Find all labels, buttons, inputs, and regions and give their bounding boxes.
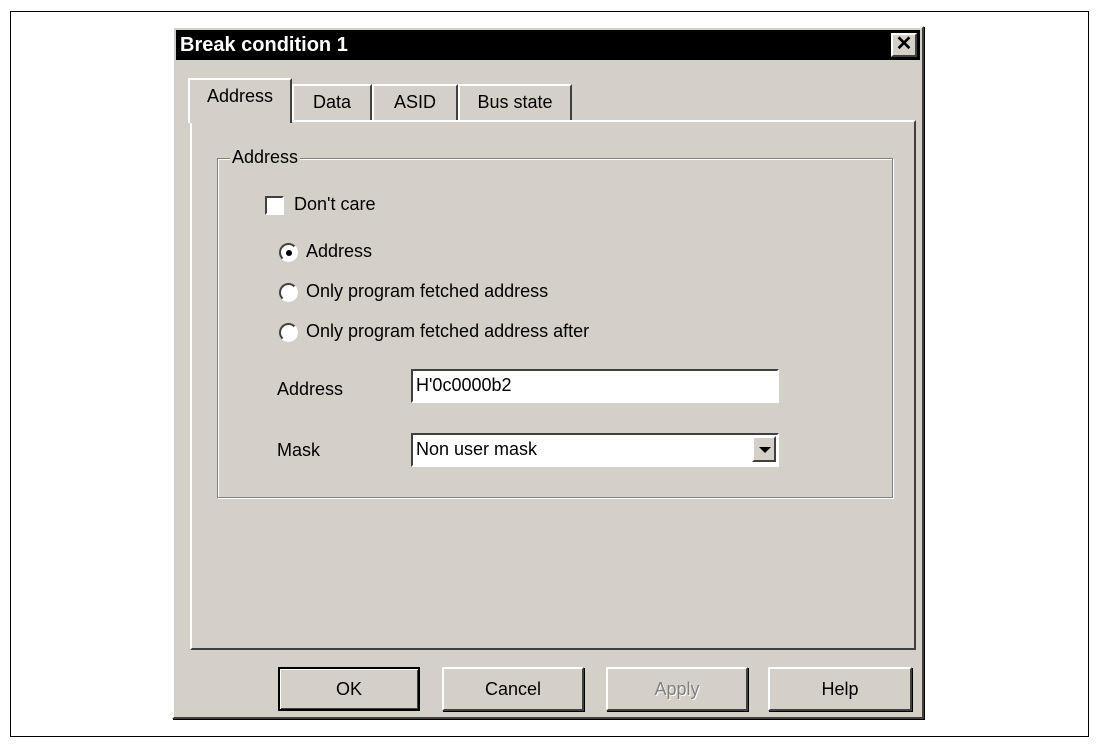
radio-only-program-fetched-after[interactable] bbox=[279, 323, 298, 342]
groupbox-legend: Address bbox=[230, 147, 301, 168]
title-bar: Break condition 1 ✕ bbox=[176, 30, 920, 60]
dialog-title: Break condition 1 bbox=[180, 34, 348, 56]
cancel-button[interactable]: Cancel bbox=[442, 667, 584, 711]
apply-button[interactable]: Apply bbox=[606, 667, 748, 711]
help-button[interactable]: Help bbox=[768, 667, 912, 711]
tab-asid[interactable]: ASID bbox=[372, 84, 458, 120]
tab-panel-address: Address Don't care Address Only program … bbox=[190, 120, 916, 650]
tab-data[interactable]: Data bbox=[292, 84, 372, 120]
radio-only-program-fetched-after-label[interactable]: Only program fetched address after bbox=[306, 321, 589, 342]
ok-button[interactable]: OK bbox=[278, 667, 420, 711]
mask-field-label: Mask bbox=[277, 440, 321, 460]
mask-select-value: Non user mask bbox=[416, 439, 538, 459]
address-groupbox: Address Don't care Address Only program … bbox=[217, 147, 893, 498]
radio-address[interactable] bbox=[279, 243, 298, 262]
break-condition-dialog: Break condition 1 ✕ Address Data ASID Bu… bbox=[172, 26, 924, 719]
dont-care-checkbox[interactable] bbox=[265, 196, 284, 215]
close-icon[interactable]: ✕ bbox=[891, 33, 917, 57]
dont-care-label[interactable]: Don't care bbox=[294, 194, 375, 215]
mask-select[interactable]: Non user mask bbox=[411, 433, 779, 467]
radio-only-program-fetched-label[interactable]: Only program fetched address bbox=[306, 281, 548, 302]
tab-bus-state[interactable]: Bus state bbox=[458, 84, 572, 120]
radio-address-label[interactable]: Address bbox=[306, 241, 372, 262]
radio-only-program-fetched[interactable] bbox=[279, 283, 298, 302]
radio-selected-dot bbox=[286, 250, 292, 256]
tab-address[interactable]: Address bbox=[188, 78, 292, 123]
chevron-down-icon[interactable] bbox=[752, 436, 776, 462]
address-input[interactable]: H'0c0000b2 bbox=[411, 369, 779, 403]
address-field-label: Address bbox=[277, 379, 344, 399]
